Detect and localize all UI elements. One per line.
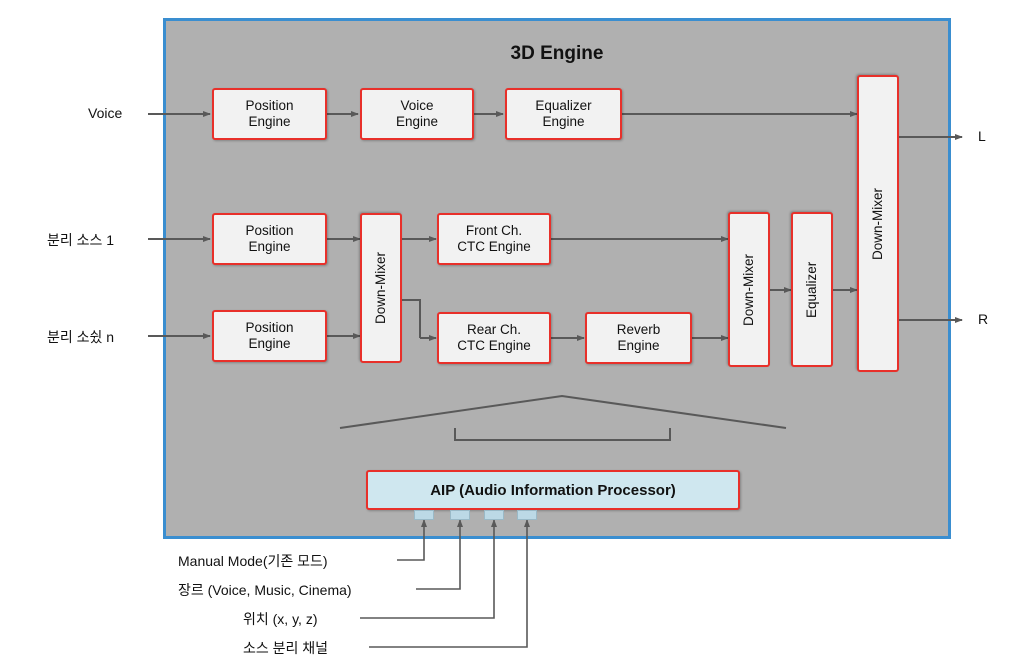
block-label-line2: Engine xyxy=(395,114,439,129)
block-label-line1: Front Ch. xyxy=(465,223,523,239)
output-label-r: R xyxy=(978,311,989,327)
block-equalizer-engine[interactable]: Equalizer Engine xyxy=(505,88,622,140)
block-reverb-engine[interactable]: Reverb Engine xyxy=(585,312,692,364)
block-label-line2: CTC Engine xyxy=(457,338,531,353)
input-label-source-1: 분리 소스 1 xyxy=(47,232,115,248)
block-label-line1: Position xyxy=(245,320,294,336)
block-label-line1: Equalizer xyxy=(535,98,592,114)
input-label-voice: Voice xyxy=(88,105,123,121)
block-rear-ch-ctc-engine[interactable]: Rear Ch. CTC Engine xyxy=(437,312,551,364)
block-label: Down-Mixer xyxy=(741,253,757,326)
annotation-position: 위치 (x, y, z) xyxy=(243,611,318,627)
annotation-source-channel: 소스 분리 채널 xyxy=(243,640,329,656)
block-label-line2: Engine xyxy=(248,114,291,129)
diagram-canvas: 3D Engine Position Engine Voice Engine E… xyxy=(0,0,1036,667)
block-label-line2: Engine xyxy=(248,239,291,254)
block-label-line1: Position xyxy=(245,98,294,114)
annotation-genre: 장르 (Voice, Music, Cinema) xyxy=(178,582,352,598)
block-label-line1: Voice xyxy=(400,98,434,114)
block-front-ch-ctc-engine[interactable]: Front Ch. CTC Engine xyxy=(437,213,551,265)
page-title: 3D Engine xyxy=(510,43,604,64)
block-position-engine-source1[interactable]: Position Engine xyxy=(212,213,327,265)
aip-label: AIP (Audio Information Processor) xyxy=(430,481,676,499)
block-label-line2: Engine xyxy=(542,114,585,129)
aip-tab-4 xyxy=(517,510,537,520)
block-label-line1: Rear Ch. xyxy=(466,322,521,338)
block-label: Down-Mixer xyxy=(373,252,389,325)
aip-tab-2 xyxy=(450,510,470,520)
aip-tab-1 xyxy=(414,510,434,520)
block-position-engine-voice[interactable]: Position Engine xyxy=(212,88,327,140)
block-down-mixer-output[interactable]: Down-Mixer xyxy=(857,75,899,372)
block-down-mixer-mid[interactable]: Down-Mixer xyxy=(728,212,770,367)
block-position-engine-sourcen[interactable]: Position Engine xyxy=(212,310,327,362)
output-label-l: L xyxy=(978,128,986,144)
annotation-manual-mode: Manual Mode(기존 모드) xyxy=(178,553,328,569)
block-label-line2: CTC Engine xyxy=(457,239,531,254)
block-label: Down-Mixer xyxy=(870,187,886,260)
block-label: Equalizer xyxy=(804,261,820,318)
block-aip[interactable]: AIP (Audio Information Processor) xyxy=(366,470,740,510)
block-label-line1: Position xyxy=(245,223,294,239)
input-label-source-n: 분리 소슀 n xyxy=(47,329,115,345)
block-equalizer-mid[interactable]: Equalizer xyxy=(791,212,833,367)
block-down-mixer-left[interactable]: Down-Mixer xyxy=(360,213,402,363)
aip-tab-3 xyxy=(484,510,504,520)
block-label-line2: Engine xyxy=(617,338,660,353)
block-label-line2: Engine xyxy=(248,336,291,351)
block-voice-engine[interactable]: Voice Engine xyxy=(360,88,474,140)
block-label-line1: Reverb xyxy=(616,322,661,338)
